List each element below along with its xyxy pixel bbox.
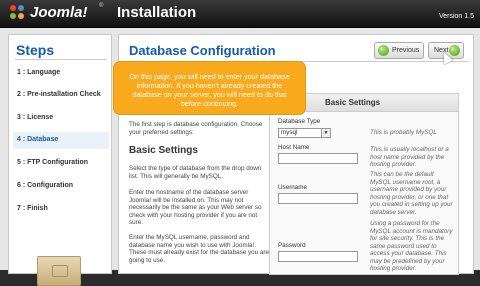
username-input[interactable]: [278, 193, 358, 204]
header-bar: Joomla! ® Installation Version 1.5: [0, 0, 480, 28]
host-help: This is usually localhost or a host name…: [370, 146, 449, 168]
db-type-help: This is probably MySQL: [370, 129, 437, 136]
sidebar-item-language: 1 : Language: [17, 69, 61, 76]
page-header-title: Installation: [117, 4, 197, 21]
username-help: This can be the default MySQL username r…: [370, 171, 453, 216]
page-title: Database Configuration: [129, 43, 276, 58]
tutorial-callout-text: On this page, you will need to enter you…: [129, 72, 290, 108]
previous-button[interactable]: ‹ Previous: [374, 42, 424, 59]
sidebar-item-license: 3 : License: [17, 114, 54, 121]
sidebar-item-configuration: 6 : Configuration: [17, 182, 73, 189]
version-label: Version 1.5: [438, 13, 474, 20]
chevron-down-icon: ▼: [321, 129, 330, 137]
host-input[interactable]: [278, 153, 358, 164]
db-type-select[interactable]: mysql ▼: [278, 128, 331, 138]
sidebar-item-ftp-configuration: 5 : FTP Configuration: [17, 159, 89, 166]
basic-settings-panel: Basic Settings Database Type mysql ▼ Thi…: [269, 93, 459, 275]
sidebar-item-finish: 7 : Finish: [17, 205, 48, 212]
logo-text: Joomla!: [30, 4, 88, 21]
hostname-description: Enter the hostname of the database serve…: [129, 189, 262, 226]
basic-settings-heading: Basic Settings: [129, 145, 198, 156]
left-arrow-icon: ‹: [378, 44, 389, 56]
installer-box-image: [37, 256, 81, 286]
db-type-value: mysql: [281, 129, 298, 136]
db-type-description: Select the type of database from the dro…: [129, 165, 262, 180]
tutorial-callout: On this page, you will need to enter you…: [114, 62, 305, 114]
sidebar-item-database: 4 : Database: [13, 132, 109, 149]
db-type-label: Database Type: [278, 118, 321, 125]
username-label: Username: [278, 184, 308, 191]
password-help: Using a password for the MySQL account i…: [370, 220, 453, 272]
joomla-logo-icon: [10, 5, 24, 19]
password-input[interactable]: [278, 251, 358, 262]
registered-mark: ®: [99, 3, 104, 9]
steps-sidebar: Steps 1 : Language 2 : Pre-installation …: [8, 34, 112, 286]
sidebar-item-pre-installation-check: 2 : Pre-installation Check: [17, 91, 101, 98]
credentials-description: Enter the MySQL username, password and d…: [129, 234, 270, 264]
steps-divider: [15, 59, 107, 60]
intro-text: The first step is database configuration…: [129, 121, 263, 136]
previous-button-label: Previous: [392, 47, 420, 54]
panel-header-label: Basic Settings: [325, 98, 381, 107]
host-label: Host Name: [278, 144, 310, 151]
steps-title: Steps: [16, 42, 55, 58]
password-label: Password: [278, 242, 306, 249]
